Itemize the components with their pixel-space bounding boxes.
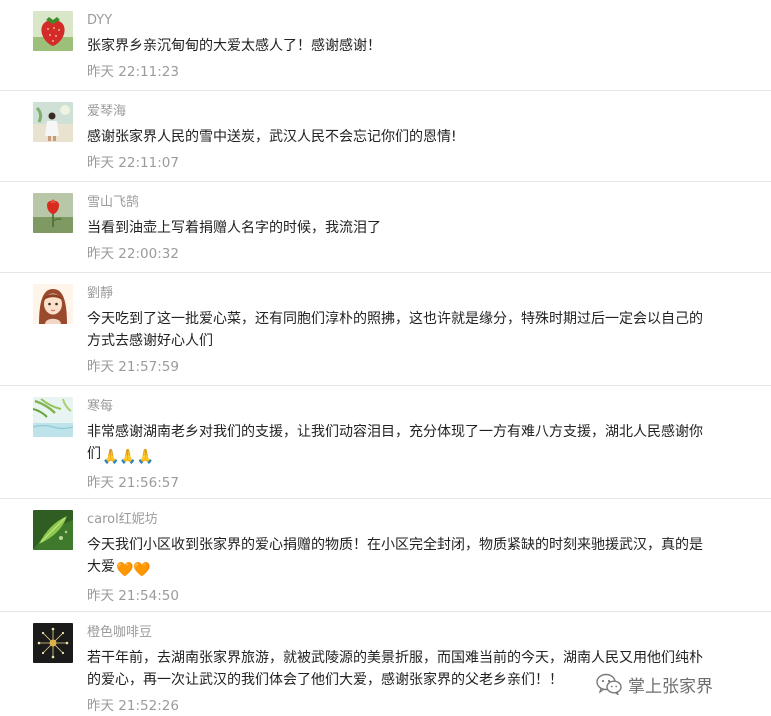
beach-person-avatar[interactable] <box>33 102 73 142</box>
wechat-icon <box>596 673 622 695</box>
dandelion-avatar[interactable] <box>33 623 73 663</box>
orange-heart-emoji-icon: 🧡🧡 <box>116 562 151 578</box>
comment-item: 劉靜 今天吃到了这一批爱心菜，还有同胞们淳朴的照拂，这也许就是缘分，特殊时期过后… <box>0 273 771 386</box>
comment-item: carol红妮坊 今天我们小区收到张家界的爱心捐赠的物质！在小区完全封闭，物质紧… <box>0 499 771 612</box>
comment-time: 昨天 22:00:32 <box>87 246 179 262</box>
pray-emoji-icon: 🙏🙏🙏 <box>102 449 155 465</box>
comment-author: carol红妮坊 <box>87 512 158 527</box>
comment-author: 爱琴海 <box>87 104 127 119</box>
comment-text: 当看到油壶上写着捐赠人名字的时候，我流泪了 <box>87 220 381 236</box>
comment-text: 非常感谢湖南老乡对我们的支援，让我们动容泪目，充分体现了一方有难八方支援，湖北人… <box>87 421 707 468</box>
comment-author: 橙色咖啡豆 <box>87 625 153 640</box>
comment-text: 张家界乡亲沉甸甸的大爱太感人了！感谢感谢！ <box>87 38 381 54</box>
comment-text: 感谢张家界人民的雪中送炭，武汉人民不会忘记你们的恩情! <box>87 129 457 145</box>
red-flower-avatar[interactable] <box>33 193 73 233</box>
comment-author: 劉靜 <box>87 286 114 301</box>
comment-time: 昨天 21:57:59 <box>87 359 179 375</box>
watermark-label: 掌上张家界 <box>628 676 713 697</box>
comment-author: DYY <box>87 13 113 28</box>
strawberry-avatar[interactable] <box>33 11 73 51</box>
comment-author: 寒每 <box>87 399 114 414</box>
comment-item: DYY 张家界乡亲沉甸甸的大爱太感人了！感谢感谢！ 昨天 22:11:23 <box>0 0 771 91</box>
cartoon-girl-avatar[interactable] <box>33 284 73 324</box>
watermark: 掌上张家界 <box>596 669 713 699</box>
comment-item: 雪山飞鹄 当看到油壶上写着捐赠人名字的时候，我流泪了 昨天 22:00:32 <box>0 182 771 273</box>
comment-time: 昨天 22:11:07 <box>87 155 179 171</box>
comment-list: DYY 张家界乡亲沉甸甸的大爱太感人了！感谢感谢！ 昨天 22:11:23 爱琴… <box>0 0 771 716</box>
comment-time: 昨天 21:56:57 <box>87 475 179 491</box>
comment-item: 爱琴海 感谢张家界人民的雪中送炭，武汉人民不会忘记你们的恩情! 昨天 22:11… <box>0 91 771 182</box>
comment-item: 橙色咖啡豆 若干年前，去湖南张家界旅游，就被武陵源的美景折服，而国难当前的今天，… <box>0 612 771 716</box>
comment-item: 寒每 非常感谢湖南老乡对我们的支援，让我们动容泪目，充分体现了一方有难八方支援，… <box>0 386 771 499</box>
comment-text: 今天吃到了这一批爱心菜，还有同胞们淳朴的照拂，这也许就是缘分，特殊时期过后一定会… <box>87 311 703 349</box>
comment-time: 昨天 21:52:26 <box>87 698 179 714</box>
green-leaf-avatar[interactable] <box>33 510 73 550</box>
comment-time: 昨天 22:11:23 <box>87 64 179 80</box>
comment-time: 昨天 21:54:50 <box>87 588 179 604</box>
comment-author: 雪山飞鹄 <box>87 195 140 210</box>
comment-text: 今天我们小区收到张家界的爱心捐赠的物质！在小区完全封闭，物质紧缺的时刻来驰援武汉… <box>87 534 707 581</box>
bamboo-water-avatar[interactable] <box>33 397 73 437</box>
